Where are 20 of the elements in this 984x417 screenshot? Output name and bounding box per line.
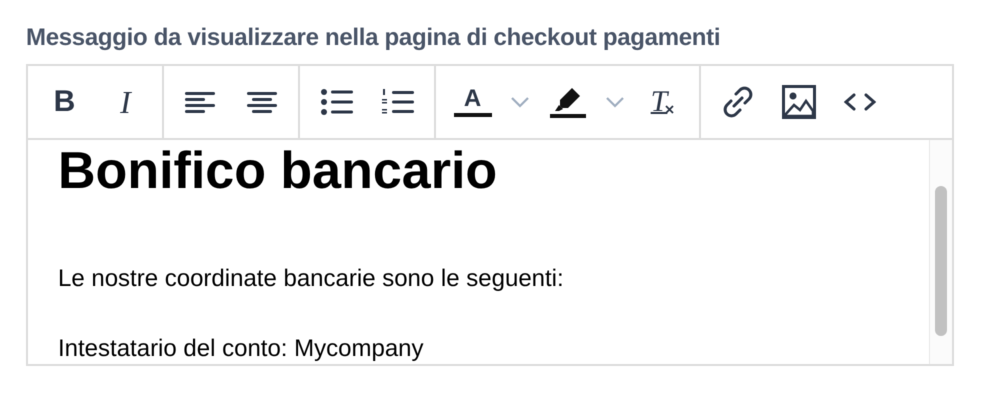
highlighter-icon (550, 86, 586, 118)
italic-button[interactable]: I (95, 78, 156, 126)
content-heading: Bonifico bancario (58, 142, 498, 200)
image-icon (782, 85, 816, 119)
clear-format-button[interactable]: T (632, 78, 693, 126)
content-paragraph: Intestatario del conto: Mycompany (58, 334, 425, 364)
scrollbar[interactable] (929, 140, 952, 364)
caret-icon (605, 96, 625, 108)
scrollbar-thumb[interactable] (935, 186, 947, 336)
link-icon (722, 86, 754, 118)
content-paragraph: Le nostre coordinate bancarie sono le seguenti: (58, 264, 565, 294)
field-label: Messaggio da visualizzare nella pagina di checkout pagamenti (26, 24, 722, 52)
align-left-icon (184, 91, 216, 113)
align-center-icon (246, 91, 278, 113)
text-color-button[interactable]: A (442, 78, 503, 126)
bullet-list-icon (320, 89, 352, 115)
numbered-list-icon (382, 88, 414, 116)
caret-icon (510, 96, 530, 108)
bold-button[interactable]: B (34, 78, 95, 126)
code-icon (844, 93, 876, 111)
